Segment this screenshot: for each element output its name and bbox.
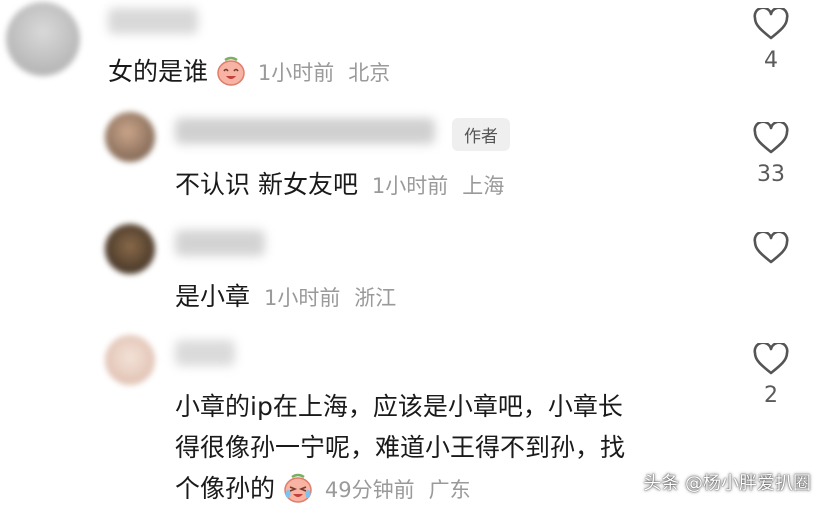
username-blurred[interactable]	[175, 118, 435, 144]
comment-location: 广东	[428, 478, 471, 502]
comment-time: 49分钟前	[324, 478, 415, 502]
like-button[interactable]: 33	[746, 122, 796, 187]
avatar[interactable]	[105, 224, 155, 274]
watermark: 头条 @杨小胖爱扒圈	[643, 473, 811, 494]
comment-text: 小章的ip在上海，应该是小章吧，小章长 得很像孙一宁呢，难道小王得不到孙，找 个…	[175, 386, 625, 509]
avatar[interactable]	[105, 335, 155, 385]
comment-body: 女的是谁	[108, 57, 209, 86]
like-count: 4	[764, 48, 778, 73]
comment-location: 北京	[348, 61, 391, 85]
like-button[interactable]	[746, 232, 796, 272]
avatar[interactable]	[6, 2, 80, 76]
comment-time: 1小时前	[263, 286, 341, 310]
heart-icon	[753, 343, 789, 375]
comment-line: 个像孙的	[175, 474, 276, 503]
comment-time: 1小时前	[371, 174, 449, 198]
comment-location: 浙江	[354, 286, 397, 310]
heart-icon	[753, 8, 789, 40]
comment-text: 女的是谁 1小时前 北京	[108, 52, 390, 92]
comment-line: 小章的ip在上海，应该是小章吧，小章长	[175, 392, 623, 421]
username-blurred[interactable]	[108, 8, 198, 34]
comment-body: 不认识 新女友吧	[175, 170, 358, 199]
like-button[interactable]: 4	[746, 8, 796, 73]
avatar[interactable]	[105, 112, 155, 162]
comment-text: 不认识 新女友吧 1小时前 上海	[175, 165, 504, 201]
comment-line: 得很像孙一宁呢，难道小王得不到孙，找	[175, 433, 626, 462]
comment-time: 1小时前	[257, 61, 335, 85]
heart-icon	[753, 122, 789, 154]
username-blurred[interactable]	[175, 340, 235, 366]
heart-icon	[753, 232, 789, 264]
crying-laughing-face-emoji-icon	[283, 473, 313, 509]
comment-body: 是小章	[175, 282, 251, 311]
comment-list: 女的是谁 1小时前 北京 4 作者 不认识 新女友吧 1小时前 上海 33 是小…	[0, 0, 823, 509]
like-count: 2	[764, 383, 778, 408]
like-count: 33	[757, 162, 785, 187]
comment-location: 上海	[462, 174, 505, 198]
like-button[interactable]: 2	[746, 343, 796, 408]
laughing-face-emoji-icon	[216, 56, 246, 92]
author-badge: 作者	[452, 118, 510, 151]
comment-text: 是小章 1小时前 浙江	[175, 277, 396, 313]
username-blurred[interactable]	[175, 230, 265, 256]
